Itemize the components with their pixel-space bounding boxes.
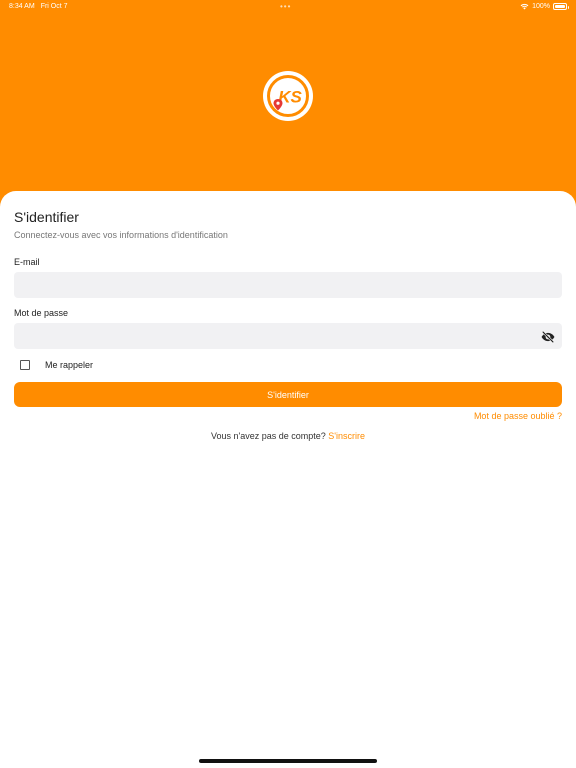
status-bar: 8:34 AM Fri Oct 7 ••• 100% (0, 0, 576, 14)
signup-link[interactable]: S'inscrire (328, 431, 365, 441)
app-logo: KS (263, 71, 313, 121)
email-field[interactable] (14, 272, 562, 298)
page-title: S'identifier (14, 209, 79, 225)
remember-me[interactable]: Me rappeler (20, 360, 93, 370)
page-subtitle: Connectez-vous avec vos informations d'i… (14, 230, 228, 240)
remember-label: Me rappeler (45, 360, 94, 370)
status-right: 100% (520, 3, 569, 10)
signup-row: Vous n'avez pas de compte? S'inscrire (0, 431, 576, 441)
no-account-text: Vous n'avez pas de compte? (210, 431, 326, 441)
email-label: E-mail (14, 257, 40, 267)
multitasking-dots[interactable]: ••• (280, 2, 291, 11)
password-field[interactable] (14, 323, 562, 349)
password-label: Mot de passe (14, 308, 69, 318)
status-time: 8:34 AM (9, 3, 35, 10)
eye-off-icon[interactable] (541, 330, 555, 344)
login-button[interactable]: S'identifier (14, 382, 562, 407)
remember-checkbox[interactable] (20, 360, 30, 370)
battery-icon (553, 3, 569, 10)
wifi-icon (520, 3, 529, 10)
status-date: Fri Oct 7 (40, 3, 68, 10)
login-card: S'identifier Connectez-vous avec vos inf… (0, 191, 576, 768)
battery-percent: 100% (532, 3, 550, 10)
forgot-password-link[interactable]: Mot de passe oublié ? (474, 411, 562, 421)
home-indicator[interactable] (199, 759, 377, 763)
status-left: 8:34 AM Fri Oct 7 (9, 3, 68, 10)
